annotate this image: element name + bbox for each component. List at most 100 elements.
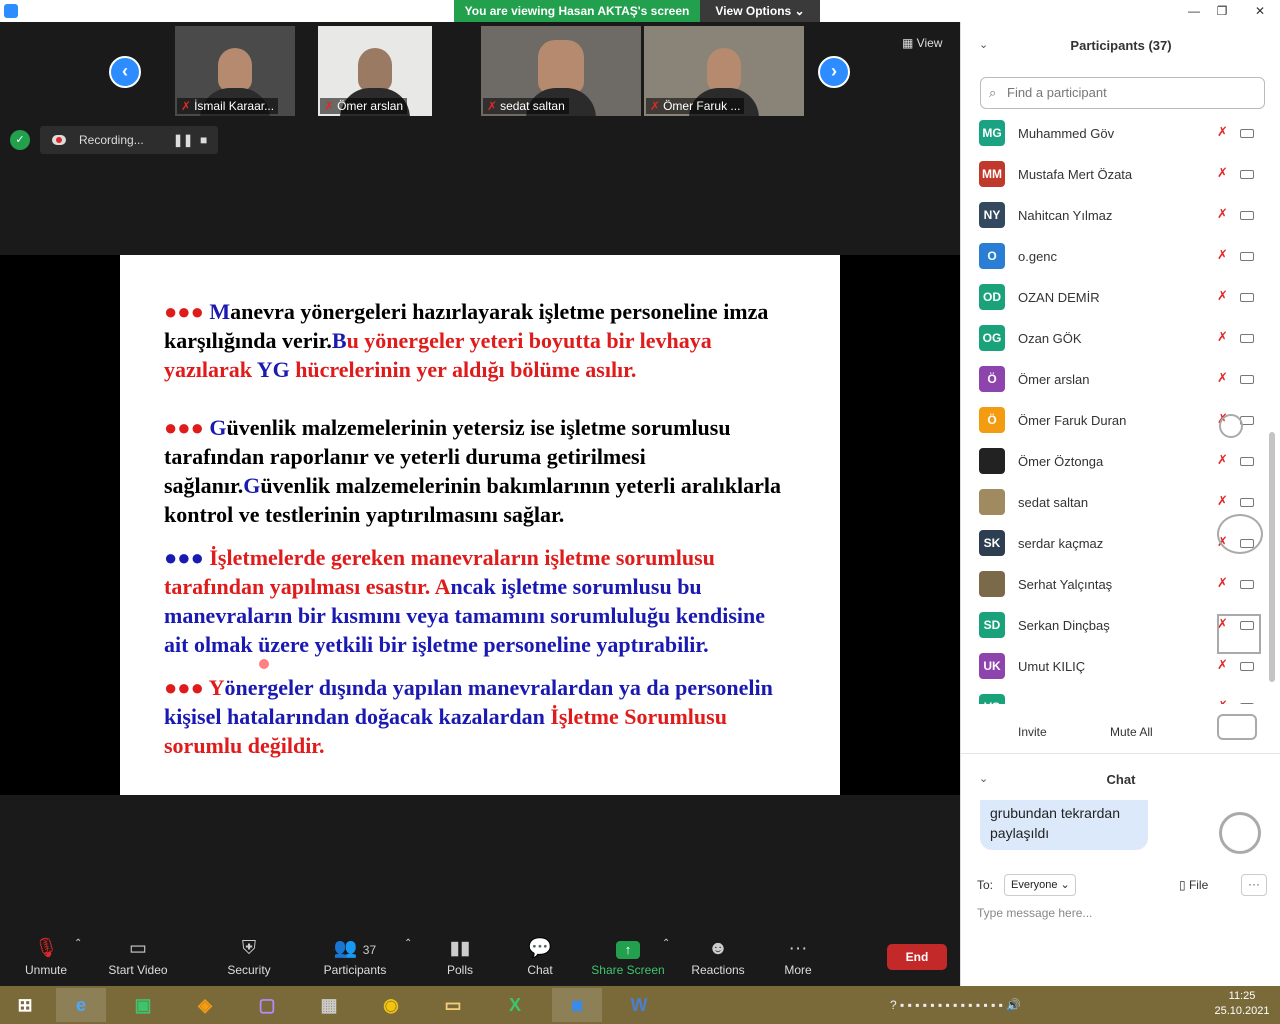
camera-icon[interactable] — [1240, 170, 1254, 179]
muted-mic-icon[interactable]: ✗ — [1217, 247, 1228, 263]
search-icon: ⌕ — [989, 85, 997, 100]
participant-row[interactable]: OD OZAN DEMİR ✗ — [961, 278, 1261, 319]
pause-icon[interactable]: ❚❚ — [173, 126, 193, 154]
participant-name: Ömer Faruk ... — [663, 99, 741, 113]
participants-button[interactable]: 👥 37 Participants — [320, 936, 390, 978]
recipient-select[interactable]: Everyone ⌄ — [1004, 874, 1076, 896]
stop-icon[interactable]: ■ — [200, 126, 207, 154]
excel-icon[interactable]: X — [490, 988, 540, 1022]
share-screen-button[interactable]: ↑ Share Screen — [590, 936, 666, 978]
muted-mic-icon[interactable]: ✗ — [1217, 370, 1228, 386]
share-options-caret-icon[interactable]: ⌃ — [662, 938, 670, 949]
muted-mic-icon[interactable]: ✗ — [1217, 206, 1228, 222]
previous-page-icon[interactable]: ‹ — [109, 56, 141, 88]
clock[interactable]: 11:25 25.10.2021 — [1212, 989, 1272, 1019]
muted-mic-icon[interactable]: ✗ — [1217, 329, 1228, 345]
participant-name: İsmail Karaar... — [194, 99, 275, 113]
participant-row[interactable]: Ömer Öztonga ✗ — [961, 442, 1261, 483]
participants-caret-icon[interactable]: ⌃ — [404, 938, 412, 949]
camera-icon[interactable] — [1240, 662, 1254, 671]
word-icon[interactable]: W — [614, 988, 664, 1022]
magnifier-icon — [1219, 414, 1243, 438]
security-shield-icon[interactable]: ✓ — [10, 130, 30, 150]
camera-icon[interactable] — [1240, 211, 1254, 220]
reactions-button[interactable]: ☻ Reactions — [688, 936, 748, 978]
video-thumbnail[interactable]: ✗ Ömer Faruk ... — [644, 26, 804, 116]
polls-button[interactable]: ▮▮ Polls — [440, 936, 480, 978]
muted-mic-icon[interactable]: ✗ — [1217, 698, 1228, 704]
view-options-button[interactable]: View Options ⌄ — [700, 0, 820, 22]
internet-explorer-icon[interactable]: e — [56, 988, 106, 1022]
camera-icon[interactable] — [1240, 293, 1254, 302]
participant-row[interactable]: SD Serkan Dinçbaş ✗ — [961, 606, 1261, 647]
participant-row[interactable]: Ö Ömer Faruk Duran ✗ — [961, 401, 1261, 442]
camera-icon[interactable] — [1240, 334, 1254, 343]
participant-row[interactable]: VS ✗ — [961, 688, 1261, 704]
camera-icon[interactable] — [1240, 703, 1254, 704]
store-icon[interactable]: ▣ — [118, 988, 168, 1022]
participant-row[interactable]: Oo.genc ✗ — [961, 237, 1261, 278]
participant-row[interactable]: MG Muhammed Göv ✗ — [961, 114, 1261, 155]
camera-icon[interactable] — [1240, 457, 1254, 466]
mute-all-button[interactable]: Mute All — [1097, 718, 1166, 744]
camera-icon[interactable] — [1240, 252, 1254, 261]
view-button[interactable]: ▦ View — [902, 36, 942, 50]
help-icon[interactable]: ? — [890, 998, 900, 1012]
camera-icon[interactable] — [1240, 580, 1254, 589]
video-thumbnail[interactable]: ✗ İsmail Karaar... — [175, 26, 295, 116]
start-video-button[interactable]: ▭ Start Video — [104, 936, 172, 978]
windows-start-icon[interactable]: ⊞ — [0, 988, 50, 1022]
participant-row[interactable]: MM Mustafa Mert Özata ✗ — [961, 155, 1261, 196]
close-icon[interactable]: ✕ — [1240, 0, 1280, 22]
muted-mic-icon[interactable]: ✗ — [1217, 657, 1228, 673]
participant-name: OZAN DEMİR — [1018, 290, 1100, 305]
more-options-icon[interactable] — [1217, 714, 1257, 740]
camera-icon[interactable] — [1240, 498, 1254, 507]
participant-list-scrollbar[interactable] — [1269, 432, 1275, 682]
participant-search-input[interactable]: ⌕ Find a participant — [980, 77, 1265, 109]
avatar: SK — [979, 530, 1005, 556]
security-button[interactable]: ⛨ Security — [220, 936, 278, 978]
participant-row[interactable]: SK serdar kaçmaz ✗ — [961, 524, 1261, 565]
chat-more-button[interactable]: ··· — [1241, 874, 1267, 896]
avatar: OD — [979, 284, 1005, 310]
remote-icon[interactable]: ▢ — [242, 988, 292, 1022]
more-button[interactable]: ··· More — [780, 936, 816, 978]
audio-options-caret-icon[interactable]: ⌃ — [74, 938, 82, 949]
video-thumbnail[interactable]: ✗ Ömer arslan — [318, 26, 432, 116]
participant-row[interactable]: NY Nahitcan Yılmaz ✗ — [961, 196, 1261, 237]
minimize-icon[interactable]: — — [1180, 0, 1208, 22]
participant-row[interactable]: Serhat Yalçıntaş ✗ — [961, 565, 1261, 606]
participant-row[interactable]: Ö Ömer arslan ✗ — [961, 360, 1261, 401]
end-meeting-button[interactable]: End — [887, 944, 947, 970]
chrome-icon[interactable]: ◉ — [366, 988, 416, 1022]
muted-mic-icon[interactable]: ✗ — [1217, 493, 1228, 509]
muted-mic-icon[interactable]: ✗ — [1217, 124, 1228, 140]
muted-mic-icon[interactable]: ✗ — [1217, 288, 1228, 304]
app-icon[interactable]: ◈ — [180, 988, 230, 1022]
video-thumbnail[interactable]: ✗ sedat saltan — [481, 26, 641, 116]
chat-button[interactable]: 💬 Chat — [520, 936, 560, 978]
camera-icon[interactable] — [1240, 129, 1254, 138]
chat-message-input[interactable]: Type message here... — [977, 906, 1092, 920]
zoom-taskbar-icon[interactable]: ◙ — [552, 988, 602, 1022]
muted-mic-icon[interactable]: ✗ — [1217, 575, 1228, 591]
avatar: Ö — [979, 366, 1005, 392]
avatar — [979, 448, 1005, 474]
camera-icon[interactable] — [1240, 375, 1254, 384]
participant-row[interactable]: UK Umut KILIÇ ✗ — [961, 647, 1261, 688]
invite-button[interactable]: Invite — [1005, 718, 1060, 744]
file-explorer-icon[interactable]: ▭ — [428, 988, 478, 1022]
avatar: O — [979, 243, 1005, 269]
participant-row[interactable]: OG Ozan GÖK ✗ — [961, 319, 1261, 360]
next-page-icon[interactable]: › — [818, 56, 850, 88]
chat-bubble-icon: 💬 — [528, 938, 552, 959]
participant-name: o.genc — [1018, 249, 1058, 264]
file-button[interactable]: ▯ File — [1179, 878, 1208, 892]
muted-mic-icon[interactable]: ✗ — [1217, 452, 1228, 468]
calculator-icon[interactable]: ▦ — [304, 988, 354, 1022]
maximize-icon[interactable]: ❐ — [1208, 0, 1236, 22]
participant-row[interactable]: sedat saltan ✗ — [961, 483, 1261, 524]
muted-mic-icon[interactable]: ✗ — [1217, 165, 1228, 181]
unmute-button[interactable]: 🎙 Unmute — [20, 936, 72, 978]
